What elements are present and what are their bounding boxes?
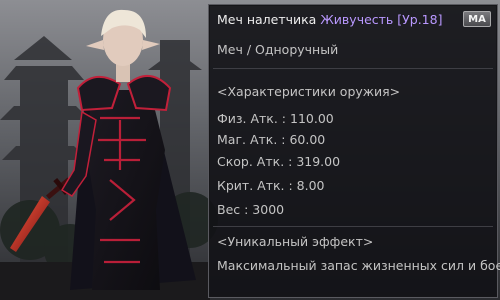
item-tooltip: Меч налетчика Живучесть [Ур.18] MA Меч /… bbox=[208, 4, 500, 298]
unique-effect-header: <Уникальный эффект> bbox=[217, 234, 374, 249]
item-title-row: Меч налетчика Живучесть [Ур.18] bbox=[217, 12, 493, 28]
ma-badge: MA bbox=[463, 11, 491, 27]
stat-magic-attack: Маг. Атк. : 60.00 bbox=[217, 132, 326, 147]
stat-weight: Вес : 3000 bbox=[217, 202, 285, 217]
stat-critical: Крит. Атк. : 8.00 bbox=[217, 178, 325, 193]
stat-phys-attack: Физ. Атк. : 110.00 bbox=[217, 111, 334, 126]
divider bbox=[213, 68, 493, 69]
divider bbox=[213, 226, 493, 227]
item-preview-screen: Меч налетчика Живучесть [Ур.18] MA Меч /… bbox=[0, 0, 500, 300]
item-enchant-label: Живучесть [Ур.18] bbox=[320, 12, 443, 27]
stat-attack-speed: Скор. Атк. : 319.00 bbox=[217, 154, 341, 169]
weapon-stats-header: <Характеристики оружия> bbox=[217, 84, 401, 99]
item-name: Меч налетчика bbox=[217, 12, 317, 27]
item-type: Меч / Одноручный bbox=[217, 42, 339, 57]
unique-effect-description: Максимальный запас жизненных сил и боево… bbox=[217, 258, 500, 273]
